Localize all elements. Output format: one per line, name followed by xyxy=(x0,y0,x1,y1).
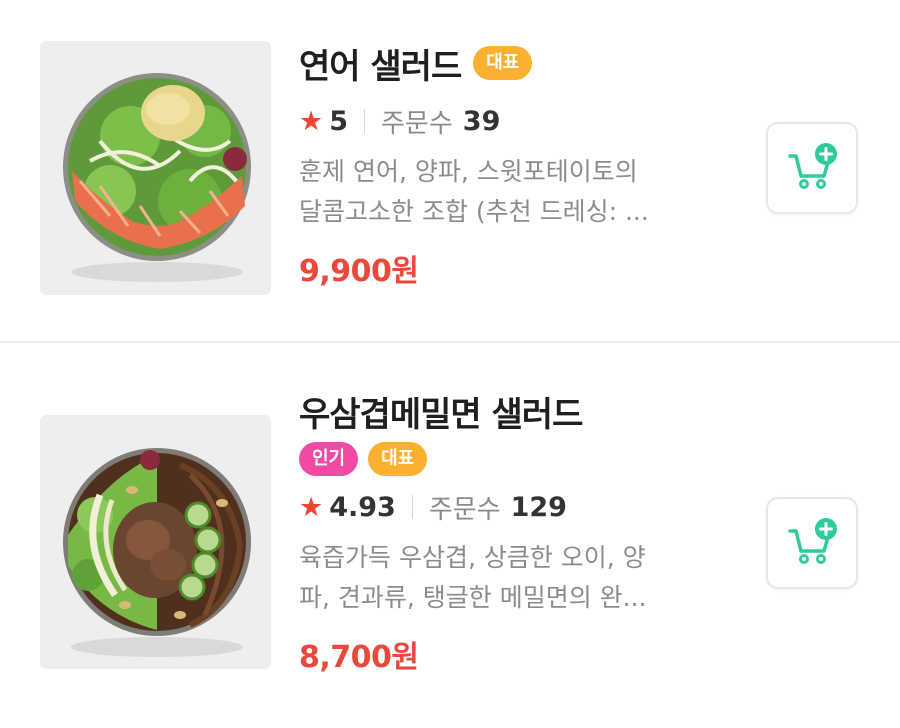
rating-row: ★ 4.93 주문수 129 xyxy=(299,490,729,525)
menu-item[interactable]: 우삼겹메밀면 샐러드 인기 대표 ★ 4.93 주문수 129 육즙가득 우삼겹… xyxy=(0,343,900,728)
add-to-cart-icon xyxy=(788,518,837,564)
divider xyxy=(411,495,413,519)
description-line: 달콤고소한 조합 (추천 드레싱: ... xyxy=(299,197,649,226)
representative-badge: 대표 xyxy=(368,442,428,476)
description-line: 훈제 연어, 양파, 스윗포테이토의 xyxy=(299,157,638,186)
rating-value: 5 xyxy=(329,105,349,137)
menu-item-info: 연어 샐러드 대표 ★ 5 주문수 39 훈제 연어, 양파, 스윗포테이토의 … xyxy=(299,40,729,290)
description-line: 파, 견과류, 탱글한 메밀면의 완... xyxy=(299,583,647,612)
representative-badge: 대표 xyxy=(473,46,533,80)
menu-item-price: 9,900원 xyxy=(299,254,419,289)
menu-item-info: 우삼겹메밀면 샐러드 인기 대표 ★ 4.93 주문수 129 육즙가득 우삼겹… xyxy=(299,388,729,676)
add-to-cart-button[interactable] xyxy=(766,497,858,589)
menu-item-description: 육즙가득 우삼겹, 상큼한 오이, 양 파, 견과류, 탱글한 메밀면의 완..… xyxy=(299,538,704,618)
menu-item-description: 훈제 연어, 양파, 스윗포테이토의 달콤고소한 조합 (추천 드레싱: ... xyxy=(299,152,704,232)
orders-count: 39 xyxy=(462,105,501,137)
popular-badge: 인기 xyxy=(299,442,359,476)
orders-count: 129 xyxy=(510,491,567,523)
salmon-salad-image[interactable] xyxy=(40,41,271,295)
rating-value: 4.93 xyxy=(329,491,396,523)
menu-item-price: 8,700원 xyxy=(299,640,419,675)
rating-row: ★ 5 주문수 39 xyxy=(299,104,729,139)
description-line: 육즙가득 우삼겹, 상큼한 오이, 양 xyxy=(299,543,646,572)
beef-buckwheat-salad-image[interactable] xyxy=(40,415,271,669)
add-to-cart-button[interactable] xyxy=(766,122,858,214)
star-icon: ★ xyxy=(299,105,324,137)
star-icon: ★ xyxy=(299,491,324,523)
menu-item-title: 우삼겹메밀면 샐러드 xyxy=(299,394,583,435)
add-to-cart-icon xyxy=(788,143,837,189)
menu-item-title: 연어 샐러드 xyxy=(299,46,462,87)
badge-row: 인기 대표 xyxy=(299,442,729,476)
orders-label: 주문수 xyxy=(381,108,453,139)
orders-label: 주문수 xyxy=(428,494,501,525)
menu-item[interactable]: 연어 샐러드 대표 ★ 5 주문수 39 훈제 연어, 양파, 스윗포테이토의 … xyxy=(0,0,900,342)
divider xyxy=(364,109,366,133)
